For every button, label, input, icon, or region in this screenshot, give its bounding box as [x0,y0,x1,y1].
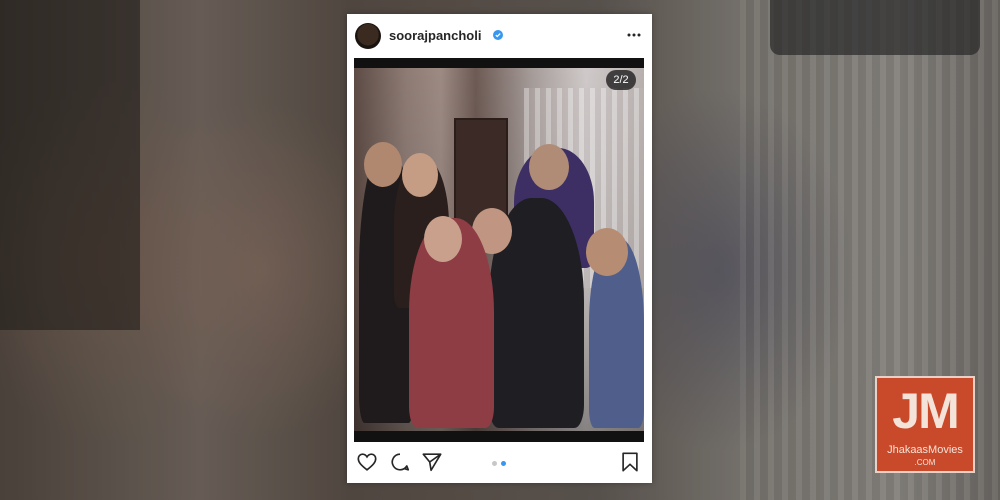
carousel-dot [492,461,497,466]
more-options-icon[interactable] [626,27,642,43]
username[interactable]: soorajpancholi [389,28,481,43]
image-counter-badge: 2/2 [606,70,636,90]
verified-badge-icon [493,30,503,40]
send-icon[interactable] [421,451,443,473]
logo-letters: JM [892,383,959,439]
post-photo[interactable]: 2/2 [354,58,644,442]
bookmark-icon[interactable] [619,451,641,473]
comment-icon[interactable] [389,451,411,473]
avatar[interactable] [355,23,381,49]
instagram-post-card: soorajpancholi 2/2 [347,14,652,483]
carousel-indicator [492,461,506,466]
group-photo [354,68,644,431]
post-header: soorajpancholi [347,14,652,58]
logo-text: JhakaasMovies [887,444,963,456]
carousel-dot-active [501,461,506,466]
jhakaasmovies-logo: JM JhakaasMovies .COM [875,376,975,473]
logo-domain: .COM [914,458,936,467]
post-actions-bar [347,448,652,478]
heart-icon[interactable] [356,451,378,473]
